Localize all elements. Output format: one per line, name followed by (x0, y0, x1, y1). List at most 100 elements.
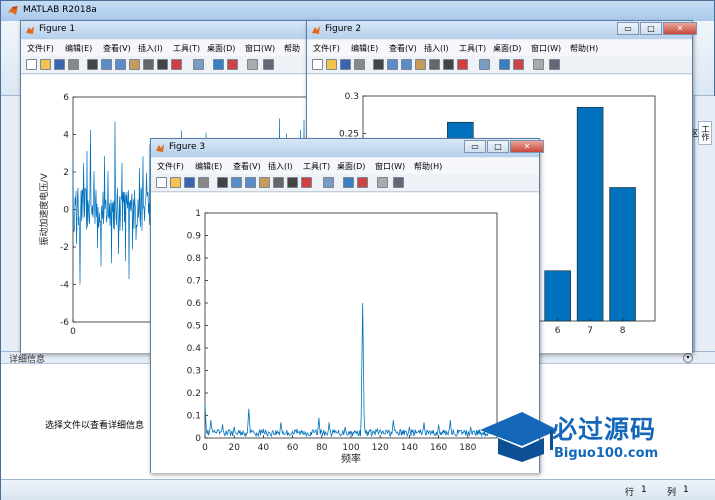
pan-icon[interactable] (259, 177, 270, 188)
y-tick-label: 0.5 (187, 322, 201, 332)
zoom-out-icon[interactable] (245, 177, 256, 188)
brush-icon[interactable] (457, 59, 468, 70)
bar (544, 270, 571, 322)
y-tick-label: 0.8 (187, 254, 202, 264)
workspace-tab[interactable]: 工作区 (690, 121, 712, 145)
hide-tools-icon[interactable] (377, 177, 388, 188)
open-folder-icon[interactable] (170, 177, 181, 188)
brush-icon[interactable] (171, 59, 182, 70)
colorbar-icon[interactable] (213, 59, 224, 70)
watermark: 必过源码 Biguo100.com (478, 408, 708, 470)
save-icon[interactable] (340, 59, 351, 70)
print-icon[interactable] (198, 177, 209, 188)
figure-1-title-bar[interactable]: Figure 1 (21, 21, 319, 39)
minimize-button[interactable]: ▭ (617, 22, 639, 35)
menu-item[interactable]: 工具(T) (459, 43, 486, 54)
new-file-icon[interactable] (26, 59, 37, 70)
brush-icon[interactable] (301, 177, 312, 188)
menu-item[interactable]: 编辑(E) (351, 43, 378, 54)
maximize-button[interactable]: □ (640, 22, 662, 35)
status-row-label: 行 (625, 488, 635, 498)
menu-item[interactable]: 帮助(H) (570, 43, 598, 54)
menu-item[interactable]: 工具(T) (173, 43, 200, 54)
menu-item[interactable]: 编辑(E) (65, 43, 92, 54)
menu-item[interactable]: 文件(F) (27, 43, 54, 54)
open-folder-icon[interactable] (40, 59, 51, 70)
menu-item[interactable]: 插入(I) (424, 43, 449, 54)
arrow-cursor-icon[interactable] (87, 59, 98, 70)
pan-icon[interactable] (129, 59, 140, 70)
dock-icon[interactable] (549, 59, 560, 70)
maximize-button[interactable]: □ (487, 140, 509, 153)
menu-item[interactable]: 查看(V) (103, 43, 131, 54)
arrow-cursor-icon[interactable] (373, 59, 384, 70)
data-cursor-icon[interactable] (443, 59, 454, 70)
y-axis-label: 振动加速度电压/V (38, 173, 50, 246)
menu-item[interactable]: 帮助(H) (414, 161, 442, 172)
figure-3-title-bar[interactable]: Figure 3 ▭ □ ✕ (151, 139, 544, 157)
graduation-cap-icon (480, 412, 558, 462)
print-icon[interactable] (354, 59, 365, 70)
data-cursor-icon[interactable] (287, 177, 298, 188)
menu-item[interactable]: 文件(F) (157, 161, 184, 172)
menu-item[interactable]: 编辑(E) (195, 161, 222, 172)
close-button[interactable]: ✕ (510, 140, 544, 153)
y-tick-label: 0 (63, 206, 69, 216)
print-icon[interactable] (68, 59, 79, 70)
dock-icon[interactable] (393, 177, 404, 188)
x-tick-label: 40 (258, 443, 270, 453)
legend-icon[interactable] (357, 177, 368, 188)
menu-item[interactable]: 桌面(D) (337, 161, 365, 172)
menu-item[interactable]: 工具(T) (303, 161, 330, 172)
y-tick-label: -4 (60, 281, 69, 291)
y-tick-label: 0.6 (187, 299, 202, 309)
new-file-icon[interactable] (156, 177, 167, 188)
data-cursor-icon[interactable] (157, 59, 168, 70)
arrow-cursor-icon[interactable] (217, 177, 228, 188)
menu-item[interactable]: 桌面(D) (207, 43, 235, 54)
save-icon[interactable] (54, 59, 65, 70)
menu-item[interactable]: 文件(F) (313, 43, 340, 54)
menu-item[interactable]: 窗口(W) (531, 43, 561, 54)
colorbar-icon[interactable] (499, 59, 510, 70)
zoom-in-icon[interactable] (231, 177, 242, 188)
zoom-out-icon[interactable] (401, 59, 412, 70)
new-file-icon[interactable] (312, 59, 323, 70)
open-folder-icon[interactable] (326, 59, 337, 70)
minimize-button[interactable]: ▭ (464, 140, 486, 153)
menu-item[interactable]: 查看(V) (389, 43, 417, 54)
zoom-in-icon[interactable] (387, 59, 398, 70)
rotate-3d-icon[interactable] (143, 59, 154, 70)
y-tick-label: -2 (60, 243, 69, 253)
link-plot-icon[interactable] (479, 59, 490, 70)
figure-2-title-bar[interactable]: Figure 2 ▭ □ ✕ (307, 21, 697, 39)
menu-item[interactable]: 窗口(W) (375, 161, 405, 172)
save-icon[interactable] (184, 177, 195, 188)
link-plot-icon[interactable] (323, 177, 334, 188)
rotate-3d-icon[interactable] (429, 59, 440, 70)
colorbar-icon[interactable] (343, 177, 354, 188)
menu-item[interactable]: 帮助 (284, 43, 300, 54)
rotate-3d-icon[interactable] (273, 177, 284, 188)
menu-item[interactable]: 查看(V) (233, 161, 261, 172)
close-button[interactable]: ✕ (663, 22, 697, 35)
legend-icon[interactable] (513, 59, 524, 70)
link-plot-icon[interactable] (193, 59, 204, 70)
menu-item[interactable]: 插入(I) (268, 161, 293, 172)
menu-item[interactable]: 桌面(D) (493, 43, 521, 54)
y-tick-label: 1 (195, 209, 201, 219)
legend-icon[interactable] (227, 59, 238, 70)
hide-tools-icon[interactable] (247, 59, 258, 70)
y-tick-label: 0.7 (187, 277, 201, 287)
menu-item[interactable]: 插入(I) (138, 43, 163, 54)
y-tick-label: 0 (195, 434, 201, 444)
x-tick-label: 80 (316, 443, 328, 453)
zoom-in-icon[interactable] (101, 59, 112, 70)
hide-tools-icon[interactable] (533, 59, 544, 70)
pan-icon[interactable] (415, 59, 426, 70)
menu-item[interactable]: 窗口(W) (245, 43, 275, 54)
dock-icon[interactable] (263, 59, 274, 70)
zoom-out-icon[interactable] (115, 59, 126, 70)
figure-2-toolbar (307, 56, 692, 74)
details-collapse-icon[interactable]: ▾ (683, 353, 693, 363)
